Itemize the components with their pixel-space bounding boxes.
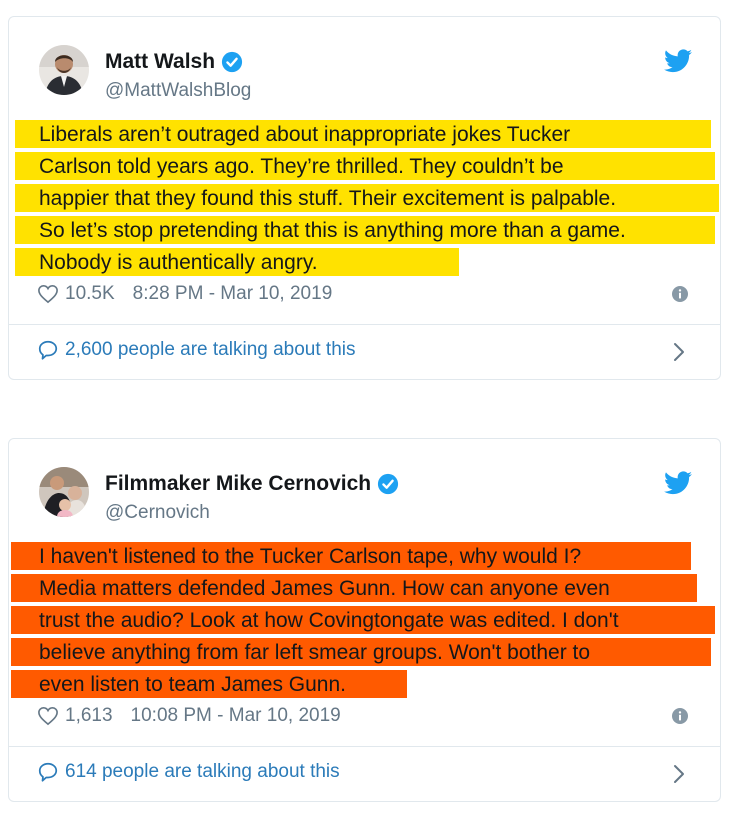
chevron-right-icon[interactable] <box>672 341 686 363</box>
twitter-bird-icon[interactable] <box>664 49 692 73</box>
tweet-text-line: Carlson told years ago. They’re thrilled… <box>39 155 564 178</box>
verified-badge-icon <box>378 473 399 495</box>
heart-icon[interactable] <box>37 706 59 726</box>
verified-badge-icon <box>221 51 243 73</box>
timestamp[interactable]: 10:08 PM - Mar 10, 2019 <box>131 705 341 727</box>
author-name[interactable]: Filmmaker Mike Cernovich <box>105 472 371 496</box>
conversation-count[interactable]: 2,600 people are talking about this <box>65 339 356 361</box>
conversation-link[interactable]: 2,600 people are talking about this <box>37 339 356 361</box>
heart-icon[interactable] <box>37 284 59 304</box>
tweet-text-line: So let’s stop pretending that this is an… <box>39 219 626 242</box>
like-count[interactable]: 10.5K <box>65 283 115 305</box>
tweet-text-line: even listen to team James Gunn. <box>39 673 346 696</box>
timestamp[interactable]: 8:28 PM - Mar 10, 2019 <box>133 283 333 305</box>
avatar[interactable] <box>39 467 89 517</box>
tweet-text-line: Liberals aren’t outraged about inappropr… <box>39 123 571 146</box>
tweet-text: Liberals aren’t outraged about inappropr… <box>39 119 719 279</box>
tweet-text-line: Nobody is authentically angry. <box>39 251 318 274</box>
tweet-text-line: trust the audio? Look at how Covingtonga… <box>39 609 619 632</box>
avatar[interactable] <box>39 45 89 95</box>
tweet-text-line: happier that they found this stuff. Thei… <box>39 187 617 210</box>
tweet-card[interactable]: Filmmaker Mike Cernovich @Cernovich I ha… <box>8 438 721 802</box>
twitter-bird-icon[interactable] <box>664 471 692 495</box>
info-icon[interactable] <box>672 708 688 724</box>
tweet-meta: 10.5K 8:28 PM - Mar 10, 2019 <box>37 283 332 305</box>
divider <box>9 746 720 747</box>
chevron-right-icon[interactable] <box>672 763 686 785</box>
author-name[interactable]: Matt Walsh <box>105 50 215 74</box>
conversation-link[interactable]: 614 people are talking about this <box>37 761 340 783</box>
tweet-meta: 1,613 10:08 PM - Mar 10, 2019 <box>37 705 341 727</box>
tweet-text-line: Media matters defended James Gunn. How c… <box>39 577 610 600</box>
author-handle[interactable]: @MattWalshBlog <box>105 80 251 102</box>
tweet-text-line: believe anything from far left smear gro… <box>39 641 591 664</box>
like-count[interactable]: 1,613 <box>65 705 113 727</box>
conversation-count[interactable]: 614 people are talking about this <box>65 761 340 783</box>
tweet-text-line: I haven't listened to the Tucker Carlson… <box>39 545 582 568</box>
speech-bubble-icon <box>38 340 58 360</box>
author-handle[interactable]: @Cernovich <box>105 502 210 524</box>
speech-bubble-icon <box>38 762 58 782</box>
tweet-card[interactable]: Matt Walsh @MattWalshBlog Liberals aren’… <box>8 16 721 380</box>
divider <box>9 324 720 325</box>
tweet-text: I haven't listened to the Tucker Carlson… <box>39 541 719 701</box>
info-icon[interactable] <box>672 286 688 302</box>
